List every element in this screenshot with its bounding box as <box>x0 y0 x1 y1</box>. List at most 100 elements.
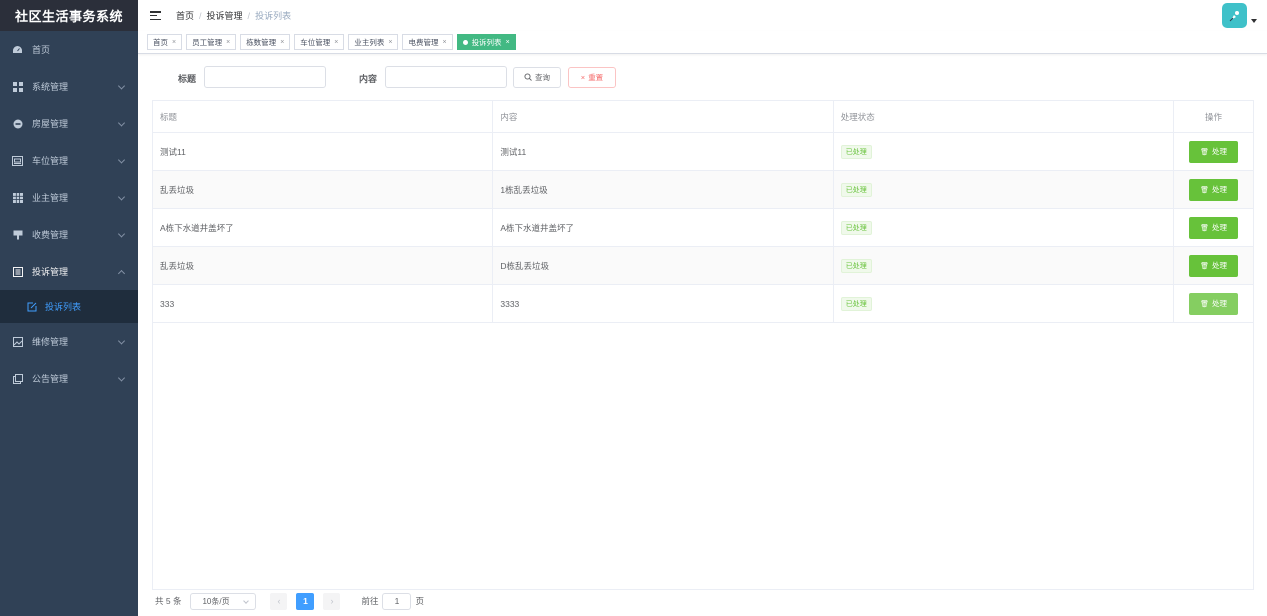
caret-down-icon[interactable] <box>1251 19 1257 23</box>
cell-status: 已处理 <box>834 133 1175 170</box>
complaint-table: 标题 内容 处理状态 操作 测试11 测试11 已处理 🗑 处理 乱丢垃圾 1栋乱… <box>152 100 1254 590</box>
cell-action: 🗑 处理 <box>1174 247 1253 284</box>
tag-label: 栋数管理 <box>246 37 277 47</box>
sidebar-item-complaint[interactable]: 投诉管理 <box>0 253 138 290</box>
close-icon: × <box>580 73 586 82</box>
goto-label: 前往 <box>361 596 379 606</box>
cell-content: 1栋乱丢垃圾 <box>493 171 834 208</box>
cell-status: 已处理 <box>834 209 1175 246</box>
query-button[interactable]: 查询 <box>513 67 561 88</box>
chevron-down-icon <box>117 373 126 382</box>
reset-button[interactable]: × 重置 <box>568 67 616 88</box>
cell-action: 🗑 处理 <box>1174 133 1253 170</box>
tag-complaint-list[interactable]: 投诉列表 × <box>456 34 516 50</box>
cell-title: 333 <box>153 285 494 322</box>
tag-electricity[interactable]: 电费管理 × <box>402 34 453 50</box>
notice-icon <box>12 373 23 384</box>
breadcrumb-separator: / <box>247 10 251 21</box>
sidebar-item-parking[interactable]: 车位管理 <box>0 142 138 179</box>
search-icon <box>524 72 532 83</box>
trash-icon: 🗑 <box>1200 224 1209 232</box>
process-button[interactable]: 🗑 处理 <box>1189 178 1239 201</box>
app-title: 社区生活事务系统 <box>0 0 138 31</box>
cell-content: 测试11 <box>493 133 834 170</box>
table-icon <box>12 192 23 203</box>
breadcrumb-complaint[interactable]: 投诉管理 <box>207 9 243 22</box>
cell-status: 已处理 <box>834 247 1175 284</box>
tag-label: 员工管理 <box>192 37 223 47</box>
pagination: 共 5 条 10条/页 ‹ 1 › 前往 1 页 <box>155 592 424 610</box>
title-input[interactable] <box>204 66 326 88</box>
close-icon[interactable]: × <box>280 39 284 46</box>
chevron-down-icon <box>117 81 126 90</box>
hamburger-icon[interactable] <box>150 11 161 20</box>
house-icon <box>12 118 23 129</box>
tag-building[interactable]: 栋数管理 × <box>240 34 291 50</box>
sidebar-item-house[interactable]: 房屋管理 <box>0 105 138 142</box>
tag-parking[interactable]: 车位管理 × <box>294 34 345 50</box>
page-number-current[interactable]: 1 <box>296 592 315 610</box>
breadcrumb-home[interactable]: 首页 <box>176 9 194 22</box>
tag-label: 投诉列表 <box>471 37 502 47</box>
close-icon[interactable]: × <box>226 39 230 46</box>
table-row: 乱丢垃圾 1栋乱丢垃圾 已处理 🗑 处理 <box>153 171 1253 209</box>
close-icon[interactable]: × <box>442 39 446 46</box>
avatar[interactable] <box>1222 3 1247 28</box>
close-icon[interactable]: × <box>334 39 338 46</box>
active-dot-icon <box>462 39 468 45</box>
cell-content: A栋下水道井盖坏了 <box>493 209 834 246</box>
table-header: 标题 内容 处理状态 操作 <box>153 101 1253 133</box>
goto-page-input[interactable]: 1 <box>382 592 412 610</box>
cell-content: 3333 <box>493 285 834 322</box>
page-size-select[interactable]: 10条/页 <box>190 592 257 610</box>
breadcrumb-current: 投诉列表 <box>255 11 292 21</box>
process-button-label: 处理 <box>1211 299 1227 308</box>
prev-page-button[interactable]: ‹ <box>270 592 288 610</box>
sidebar-item-home[interactable]: 首页 <box>0 31 138 68</box>
trash-icon: 🗑 <box>1200 300 1209 308</box>
cell-status: 已处理 <box>834 285 1175 322</box>
complaint-icon <box>12 266 23 277</box>
column-header-status: 处理状态 <box>834 101 1175 132</box>
process-button[interactable]: 🗑 处理 <box>1189 254 1239 277</box>
sidebar-item-label: 收费管理 <box>32 230 69 240</box>
tag-label: 首页 <box>153 37 168 47</box>
repair-icon <box>12 336 23 347</box>
cell-action: 🗑 处理 <box>1174 171 1253 208</box>
sidebar-subitem-complaint-list[interactable]: 投诉列表 <box>0 290 138 323</box>
sidebar-item-label: 房屋管理 <box>32 119 69 129</box>
chevron-up-icon <box>117 269 126 277</box>
sidebar-item-notice[interactable]: 公告管理 <box>0 360 138 397</box>
content-input[interactable] <box>385 66 507 88</box>
next-page-button[interactable]: › <box>323 592 341 610</box>
sidebar-item-owner[interactable]: 业主管理 <box>0 179 138 216</box>
status-badge: 已处理 <box>840 296 872 311</box>
close-icon[interactable]: × <box>506 39 510 46</box>
close-icon[interactable]: × <box>172 39 176 46</box>
page-suffix-label: 页 <box>415 596 424 606</box>
process-button[interactable]: 🗑 处理 <box>1189 140 1239 163</box>
cell-action: 🗑 处理 <box>1174 209 1253 246</box>
pagination-total: 共 5 条 <box>155 596 182 606</box>
content-label: 内容 <box>359 74 378 84</box>
tag-owner-list[interactable]: 业主列表 × <box>348 34 399 50</box>
sidebar-item-label: 首页 <box>32 45 51 55</box>
reset-button-label: 重置 <box>588 73 604 82</box>
sidebar-item-fee[interactable]: 收费管理 <box>0 216 138 253</box>
process-button-label: 处理 <box>1211 185 1227 194</box>
process-button[interactable]: 🗑 处理 <box>1189 292 1239 315</box>
chevron-down-icon <box>117 336 126 345</box>
tag-home[interactable]: 首页 × <box>147 34 183 50</box>
sidebar-item-label: 维修管理 <box>32 337 69 347</box>
status-badge: 已处理 <box>840 258 872 273</box>
sidebar-subitem-label: 投诉列表 <box>45 302 82 312</box>
grid-icon <box>12 81 23 92</box>
cell-title: A栋下水道井盖坏了 <box>153 209 494 246</box>
sidebar-item-system[interactable]: 系统管理 <box>0 68 138 105</box>
cell-title: 乱丢垃圾 <box>153 247 494 284</box>
tag-staff[interactable]: 员工管理 × <box>186 34 237 50</box>
process-button[interactable]: 🗑 处理 <box>1189 216 1239 239</box>
sidebar-item-repair[interactable]: 维修管理 <box>0 323 138 360</box>
breadcrumb-separator: / <box>199 10 202 21</box>
close-icon[interactable]: × <box>388 39 392 46</box>
